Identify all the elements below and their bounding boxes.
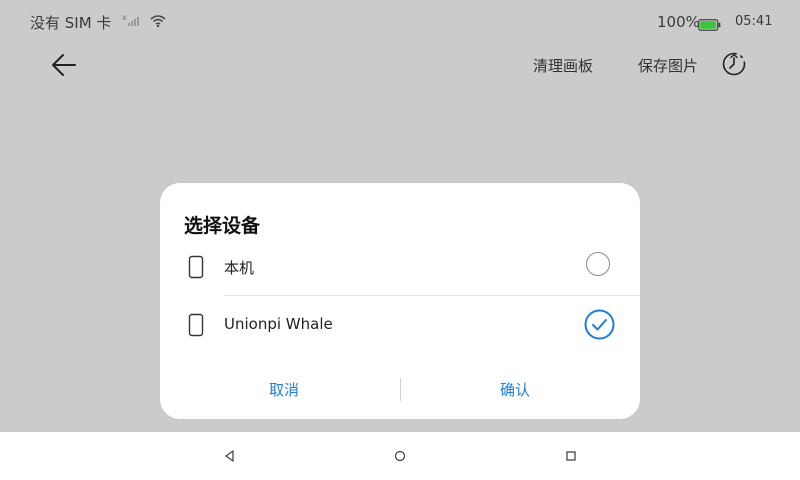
back-button[interactable]	[46, 48, 82, 82]
dialog-title: 选择设备	[184, 215, 261, 237]
svg-text:x: x	[122, 13, 127, 22]
signal-icon: x	[122, 12, 140, 31]
wifi-icon	[150, 13, 166, 32]
carrier-text: 没有 SIM 卡	[30, 14, 112, 32]
system-nav-bar	[0, 432, 800, 480]
circle-home-icon[interactable]	[392, 448, 408, 464]
device-label: 本机	[224, 259, 255, 277]
battery-icon	[698, 16, 721, 35]
battery-percent: 100%	[657, 13, 700, 31]
save-image-button[interactable]: 保存图片	[638, 55, 698, 76]
device-label: Unionpi Whale	[224, 315, 333, 333]
square-recents-icon[interactable]	[563, 448, 579, 464]
confirm-button[interactable]: 确认	[500, 379, 530, 400]
divider	[224, 295, 640, 296]
app-screen: 没有 SIM 卡 x 100% 05:41 清理画板 保存图片 选择设备 本机 …	[0, 0, 800, 432]
device-row-local[interactable]: 本机	[160, 239, 640, 295]
radio-selected-check-icon[interactable]	[584, 309, 615, 340]
phone-icon	[188, 313, 204, 337]
phone-icon	[188, 255, 204, 279]
clear-canvas-button[interactable]: 清理画板	[533, 55, 593, 76]
device-row-unionpi-whale[interactable]: Unionpi Whale	[160, 297, 640, 353]
button-separator	[400, 378, 401, 401]
radio-unselected[interactable]	[586, 252, 610, 276]
cancel-button[interactable]: 取消	[269, 379, 299, 400]
clock-time: 05:41	[735, 14, 773, 29]
arrow-left-icon	[52, 54, 76, 76]
status-bar: 没有 SIM 卡 x 100% 05:41	[0, 0, 800, 44]
triangle-back-icon[interactable]	[222, 448, 238, 464]
history-button[interactable]	[721, 51, 747, 77]
select-device-dialog: 选择设备 本机 Unionpi Whale 取消 确认	[160, 183, 640, 419]
clock-history-icon	[722, 52, 746, 76]
